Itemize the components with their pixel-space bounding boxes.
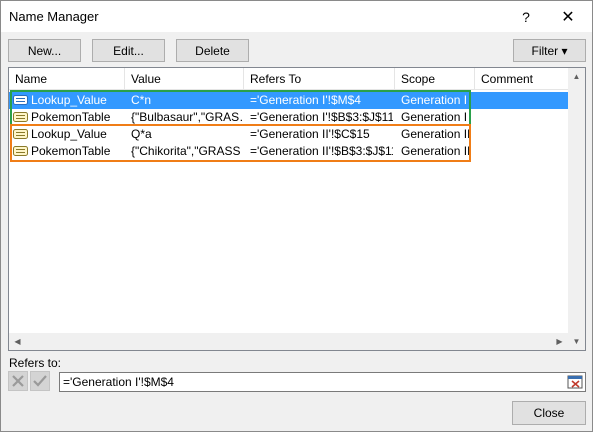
scroll-up-arrow-icon[interactable]: ▲: [568, 68, 585, 85]
cell-name: Lookup_Value: [31, 127, 107, 141]
column-header-value[interactable]: Value: [125, 68, 244, 90]
column-header-name[interactable]: Name: [9, 68, 125, 90]
close-window-button[interactable]: ✕: [547, 1, 589, 32]
range-select-icon: [567, 375, 583, 389]
cell-comment: [481, 92, 567, 109]
edit-button[interactable]: Edit...: [92, 39, 165, 62]
new-button[interactable]: New...: [8, 39, 81, 62]
table-row[interactable]: Lookup_Value C*n ='Generation I'!$M$4 Ge…: [9, 92, 569, 109]
cancel-edit-button[interactable]: [8, 371, 28, 391]
cell-name: PokemonTable: [31, 110, 111, 124]
commit-edit-button[interactable]: [30, 371, 50, 391]
cell-refers-to: ='Generation I'!$B$3:$J$11: [250, 110, 393, 124]
table-row[interactable]: PokemonTable {"Chikorita","GRASS… ='Gene…: [9, 143, 569, 160]
cell-refers-to: ='Generation I'!$M$4: [250, 93, 361, 107]
cancel-x-icon: [12, 375, 24, 387]
cell-value: {"Bulbasaur","GRAS…: [131, 110, 242, 124]
cell-scope: Generation I: [401, 110, 468, 124]
cell-scope: Generation I: [401, 93, 468, 107]
filter-button[interactable]: Filter ▾: [513, 39, 586, 62]
dialog-title: Name Manager: [9, 9, 99, 24]
named-range-icon: [13, 112, 28, 122]
named-range-icon: [13, 95, 28, 105]
named-range-icon: [13, 146, 28, 156]
cell-refers-to: ='Generation II'!$B$3:$J$11: [250, 144, 393, 158]
column-header-scope[interactable]: Scope: [395, 68, 475, 90]
column-header-refers-to[interactable]: Refers To: [244, 68, 395, 90]
cell-comment: [481, 143, 567, 160]
cell-value: Q*a: [131, 127, 152, 141]
scroll-right-arrow-icon[interactable]: ▶: [551, 333, 568, 350]
list-header: Name Value Refers To Scope Comment: [9, 68, 569, 90]
scroll-down-arrow-icon[interactable]: ▼: [568, 333, 585, 350]
refers-to-label: Refers to:: [9, 356, 62, 370]
title-bar: Name Manager ? ✕: [1, 1, 592, 32]
table-row[interactable]: Lookup_Value Q*a ='Generation II'!$C$15 …: [9, 126, 569, 143]
cell-name: Lookup_Value: [31, 93, 107, 107]
cell-scope: Generation II: [401, 144, 471, 158]
cell-comment: [481, 126, 567, 143]
horizontal-scrollbar[interactable]: ◀ ▶: [9, 333, 568, 350]
cell-name: PokemonTable: [31, 144, 111, 158]
table-row[interactable]: PokemonTable {"Bulbasaur","GRAS… ='Gener…: [9, 109, 569, 126]
cell-scope: Generation II: [401, 127, 471, 141]
cell-value: C*n: [131, 93, 152, 107]
collapse-dialog-button[interactable]: [566, 374, 584, 390]
scroll-left-arrow-icon[interactable]: ◀: [9, 333, 26, 350]
cell-value: {"Chikorita","GRASS…: [131, 144, 242, 158]
cell-refers-to: ='Generation II'!$C$15: [250, 127, 370, 141]
help-button[interactable]: ?: [505, 1, 547, 32]
delete-button[interactable]: Delete: [176, 39, 249, 62]
cell-comment: [481, 109, 567, 126]
refers-to-input[interactable]: ='Generation I'!$M$4: [59, 372, 586, 392]
close-button[interactable]: Close: [512, 401, 586, 425]
named-range-icon: [13, 129, 28, 139]
name-manager-dialog: Name Manager ? ✕ New... Edit... Delete F…: [0, 0, 593, 432]
names-list[interactable]: Name Value Refers To Scope Comment Looku…: [8, 67, 586, 351]
column-header-comment[interactable]: Comment: [475, 68, 569, 90]
vertical-scrollbar[interactable]: ▲ ▼: [568, 68, 585, 350]
checkmark-icon: [33, 375, 47, 387]
